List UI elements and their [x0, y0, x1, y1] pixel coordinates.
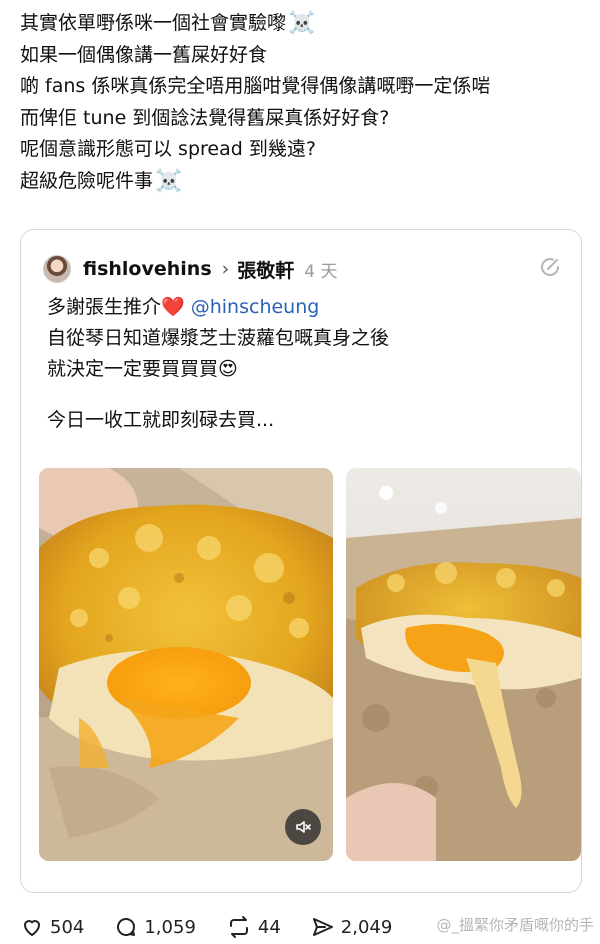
send-icon: [312, 918, 333, 936]
post-line-3: 啲 fans 係咪真係完全唔用腦咁覺得偶像講嘅嘢一定係啱: [20, 71, 590, 103]
photo-bun-cheese-pull[interactable]: [346, 468, 581, 861]
quoted-post-card[interactable]: fishlovehins › 張敬軒 4 天 多謝張生推介❤️ @hinsche…: [20, 229, 582, 893]
quote-line-3: 就決定一定要買買買😍: [47, 354, 567, 385]
quote-line-1: 多謝張生推介❤️ @hinscheung: [47, 292, 567, 323]
reply-count: 1,059: [144, 916, 196, 938]
post-line-2: 如果一個偶像講一舊屎好好食: [20, 40, 590, 72]
post-time: 4 天: [304, 261, 338, 282]
like-count: 504: [50, 916, 85, 938]
reply-button[interactable]: 1,059: [114, 915, 196, 939]
post-text: 啲 fans 係咪真係完全唔用腦咁覺得偶像講嘅嘢一定係啱: [20, 75, 491, 97]
quote-text: 就決定一定要買買買: [47, 358, 219, 380]
post-text: 如果一個偶像講一舊屎好好食: [20, 43, 268, 66]
post-line-5: 呢個意識形態可以 spread 到幾遠?: [20, 134, 590, 166]
quoted-post-text: 多謝張生推介❤️ @hinscheung 自從琴日知道爆漿芝士菠蘿包嘅真身之後 …: [47, 292, 567, 436]
post-line-1: 其實依單嘢係咪一個社會實驗嚟 ☠️: [20, 8, 590, 40]
post-body: 其實依單嘢係咪一個社會實驗嚟 ☠️ 如果一個偶像講一舊屎好好食 啲 fans 係…: [20, 8, 590, 197]
quote-line-2: 自從琴日知道爆漿芝士菠蘿包嘅真身之後: [47, 327, 390, 349]
post-text: 超級危險呢件事: [20, 169, 154, 192]
mention-link[interactable]: @hinscheung: [191, 296, 320, 318]
heart-outline-icon: [24, 920, 40, 936]
quote-text: 多謝張生推介: [47, 296, 162, 318]
watermark: @_搵緊你矛盾嘅你的手: [436, 916, 594, 934]
quoted-username[interactable]: fishlovehins: [83, 258, 212, 280]
skull-emoji: ☠️: [155, 168, 183, 194]
repost-count: 44: [257, 916, 281, 938]
muted-speaker-icon: [296, 821, 311, 833]
post-text: 呢個意識形態可以 spread 到幾遠?: [20, 138, 316, 160]
like-button[interactable]: 504: [20, 915, 84, 939]
post-text: 而俾佢 tune 到個諗法覺得舊屎真係好好食?: [20, 106, 390, 129]
quoted-post-header: fishlovehins › 張敬軒 4 天: [43, 254, 338, 284]
edit-icon[interactable]: [537, 254, 563, 280]
repost-button[interactable]: 44: [226, 915, 281, 939]
post-text: 其實依單嘢係咪一個社會實驗嚟: [20, 12, 287, 34]
mute-button[interactable]: [285, 809, 321, 845]
quote-line-4: 今日一收工就即刻碌去買...: [47, 409, 275, 431]
avatar[interactable]: [43, 255, 71, 283]
speech-bubble-icon: [117, 918, 136, 936]
heart-eyes-emoji: 😍: [218, 358, 238, 380]
heart-emoji: ❤️: [161, 296, 185, 318]
repost-arrows-icon: [229, 916, 248, 938]
chevron-right-icon: ›: [221, 258, 230, 280]
skull-emoji: ☠️: [288, 11, 316, 36]
photo-bun-closeup[interactable]: [39, 468, 333, 861]
share-count: 2,049: [340, 916, 393, 938]
post-line-6: 超級危險呢件事 ☠️: [20, 166, 590, 198]
share-button[interactable]: 2,049: [311, 915, 393, 939]
post-line-4: 而俾佢 tune 到個諗法覺得舊屎真係好好食?: [20, 103, 590, 135]
referenced-name[interactable]: 張敬軒: [237, 256, 294, 283]
